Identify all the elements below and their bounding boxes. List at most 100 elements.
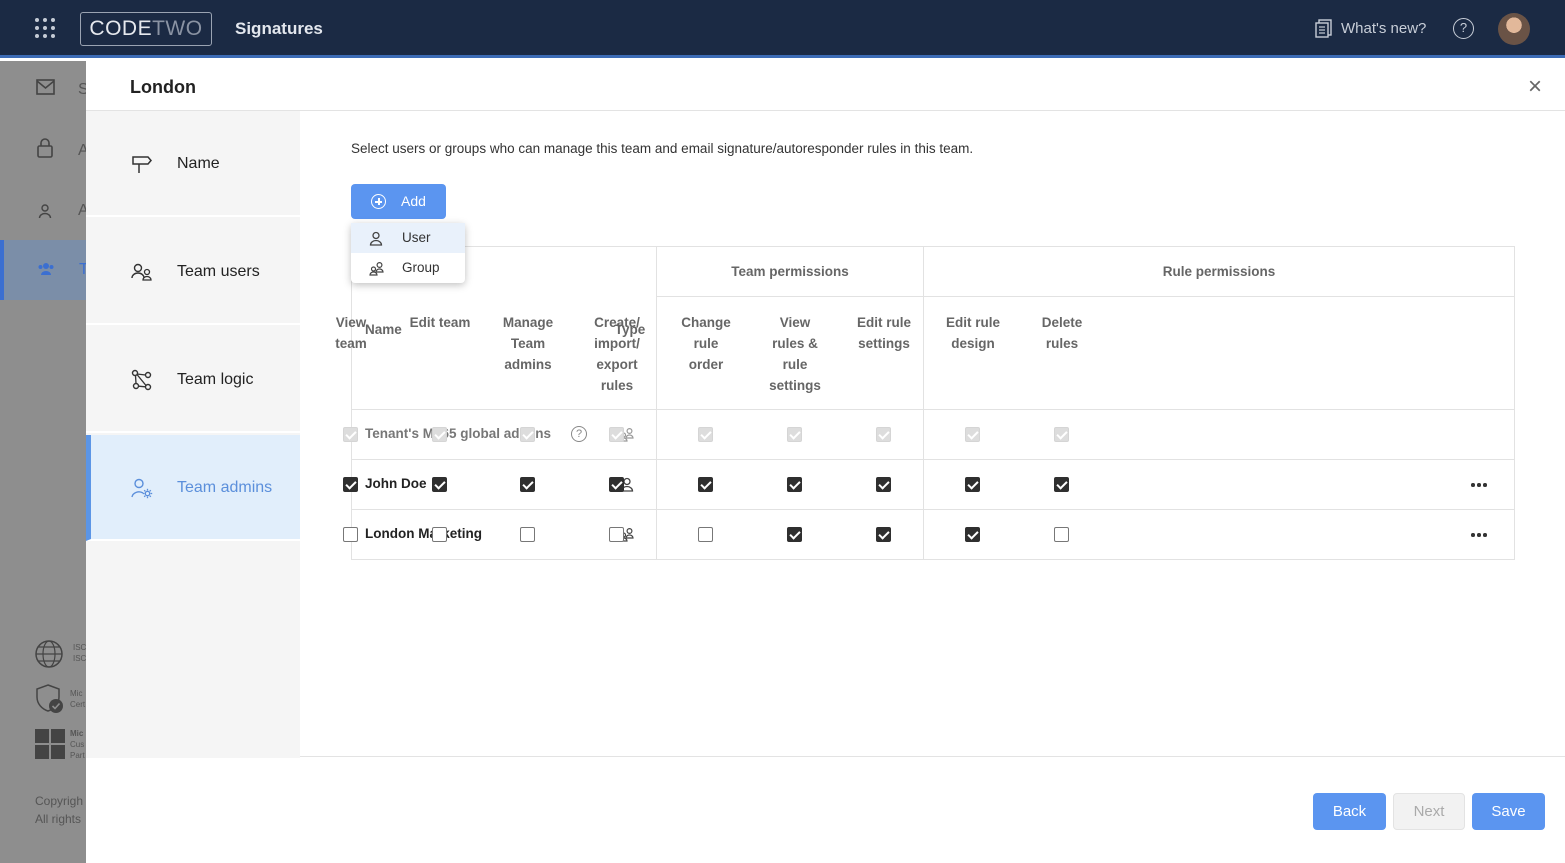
permission-checkbox[interactable] xyxy=(343,527,358,542)
lock-icon xyxy=(37,138,53,158)
app-title: Signatures xyxy=(235,19,323,38)
header-line: settings xyxy=(858,336,910,351)
header-line: Team xyxy=(510,336,546,351)
more-options-icon[interactable] xyxy=(1471,529,1495,541)
more-options-icon[interactable] xyxy=(1471,479,1495,491)
permission-checkbox[interactable] xyxy=(698,477,713,492)
nav-item-team-admins[interactable]: Team admins xyxy=(86,435,300,541)
header-line: View xyxy=(335,315,367,330)
permission-checkbox[interactable] xyxy=(520,477,535,492)
add-button[interactable]: Add xyxy=(351,184,446,219)
close-icon[interactable]: × xyxy=(1528,75,1542,99)
bg-nav-active: T xyxy=(0,240,89,300)
codetwo-logo[interactable]: CODETWO xyxy=(80,12,212,46)
description-text: Select users or groups who can manage th… xyxy=(351,141,974,156)
help-icon[interactable]: ? xyxy=(571,426,587,442)
header-line: Change xyxy=(681,315,731,330)
logic-icon xyxy=(131,369,152,391)
permission-checkbox[interactable] xyxy=(876,527,891,542)
bg-badge-text: Cert xyxy=(70,700,86,709)
dot xyxy=(1483,483,1487,487)
header-line: Create/ xyxy=(594,315,640,330)
top-bar: CODETWO Signatures What's new? ? xyxy=(0,0,1565,58)
background-sidebar: S A A T ISC ISC Mic Cert Mic Cus Part Co… xyxy=(0,61,89,863)
header-line: rules xyxy=(600,378,634,393)
header-line: Edit rule xyxy=(856,315,911,330)
permission-column-header: Edit team xyxy=(396,312,484,333)
permission-checkbox[interactable] xyxy=(698,527,713,542)
header-line: rule xyxy=(693,336,719,351)
help-icon[interactable]: ? xyxy=(1453,18,1474,39)
menu-item-label: User xyxy=(402,230,431,245)
nav-item-name[interactable]: Name xyxy=(86,111,300,217)
permission-checkbox xyxy=(965,427,980,442)
menu-item-group[interactable]: Group xyxy=(351,253,465,283)
bg-copyright: Copyrigh xyxy=(35,794,84,808)
header-line: Edit team xyxy=(409,315,471,330)
signature-icon xyxy=(36,79,55,95)
row-name: London Marketing xyxy=(365,526,482,541)
panel-title: London xyxy=(130,77,196,97)
back-button[interactable]: Back xyxy=(1313,793,1386,830)
header-line: rules xyxy=(1045,336,1079,351)
permission-checkbox xyxy=(343,427,358,442)
app-launcher-icon[interactable] xyxy=(35,18,55,38)
header-line: Manage xyxy=(502,315,554,330)
permission-column-header: Create/import/export rules xyxy=(573,312,661,396)
header-line: team xyxy=(335,336,367,351)
permission-column-header: Edit rule design xyxy=(929,312,1017,354)
dot xyxy=(1471,533,1475,537)
teams-icon xyxy=(38,263,54,275)
header-line: admins xyxy=(504,357,552,372)
permission-checkbox[interactable] xyxy=(432,527,447,542)
nav-item-label: Team admins xyxy=(177,479,273,496)
permission-checkbox[interactable] xyxy=(432,477,447,492)
group-icon xyxy=(369,261,384,276)
header-line: Delete xyxy=(1041,315,1083,330)
table-row: London Marketing xyxy=(343,510,1514,559)
permission-checkbox[interactable] xyxy=(787,527,802,542)
permission-column-header: View rules & rule settings xyxy=(751,312,839,396)
permission-checkbox[interactable] xyxy=(876,477,891,492)
bg-badge-text: Cus xyxy=(70,740,85,749)
add-button-label: Add xyxy=(401,193,426,209)
permission-checkbox[interactable] xyxy=(787,477,802,492)
bg-badge-text: Part xyxy=(70,751,85,760)
bg-copyright: All rights xyxy=(35,812,82,826)
next-button[interactable]: Next xyxy=(1393,793,1465,830)
save-button[interactable]: Save xyxy=(1472,793,1545,830)
permission-checkbox[interactable] xyxy=(1054,527,1069,542)
footer-divider xyxy=(300,756,1565,757)
whats-new-link[interactable]: What's new? xyxy=(1341,20,1426,37)
news-icon[interactable] xyxy=(1315,19,1333,38)
menu-item-user[interactable]: User xyxy=(351,223,465,253)
permission-column-header: View team xyxy=(307,312,395,354)
permission-column-header: Edit rule settings xyxy=(840,312,928,354)
permission-checkbox xyxy=(520,427,535,442)
nav-item-label: Name xyxy=(177,155,220,172)
bg-badge-text: ISC xyxy=(73,654,87,663)
nav-item-team-users[interactable]: Team users xyxy=(86,219,300,325)
permission-checkbox[interactable] xyxy=(965,477,980,492)
permission-checkbox xyxy=(787,427,802,442)
permission-checkbox xyxy=(609,427,624,442)
person-icon xyxy=(38,204,52,219)
team-users-icon xyxy=(131,263,152,281)
permission-checkbox[interactable] xyxy=(1054,477,1069,492)
header-line: Edit rule xyxy=(945,315,1000,330)
header-line: import/ xyxy=(594,336,640,351)
nav-item-team-logic[interactable]: Team logic xyxy=(86,327,300,433)
user-icon xyxy=(369,231,383,246)
header-line: order xyxy=(688,357,724,372)
microsoft-logo-icon xyxy=(35,729,65,759)
user-avatar[interactable] xyxy=(1498,13,1530,45)
dot xyxy=(1483,533,1487,537)
permission-checkbox[interactable] xyxy=(965,527,980,542)
bg-badge-text: ISC xyxy=(73,643,87,652)
permission-checkbox[interactable] xyxy=(343,477,358,492)
permission-checkbox[interactable] xyxy=(609,527,624,542)
permission-checkbox[interactable] xyxy=(609,477,624,492)
bg-badge-text: Mic xyxy=(70,689,83,698)
permission-checkbox[interactable] xyxy=(520,527,535,542)
header-line: export xyxy=(596,357,638,372)
